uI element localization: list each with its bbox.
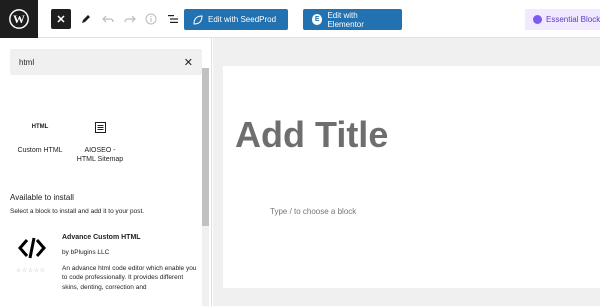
seedprod-icon [193,14,203,25]
close-inserter-button[interactable]: ✕ [51,9,71,29]
post-title-input[interactable]: Add Title [235,114,388,156]
seedprod-label: Edit with SeedProd [208,15,277,24]
essential-blocks-label: Essential Blocks [546,15,600,24]
block-item-custom-html[interactable]: HTML Custom HTML [10,120,70,155]
redo-button[interactable] [122,9,138,29]
list-view-button[interactable] [165,9,181,29]
block-item-label: AIOSEO - [84,147,116,154]
edit-with-seedprod-button[interactable]: Edit with SeedProd [184,9,288,30]
plugin-name[interactable]: Advance Custom HTML [62,234,141,241]
wordpress-icon: W [9,9,29,29]
elementor-icon: E [312,14,323,25]
wordpress-logo-button[interactable]: W [0,0,38,38]
elementor-label: Edit with Elementor [327,10,364,29]
redo-icon [124,15,136,23]
details-button[interactable] [143,9,159,29]
block-item-label: Custom HTML [17,147,63,154]
editor-toolbar: W ✕ Edit with SeedProd E Edit with Eleme… [0,0,600,38]
block-appender-hint[interactable]: Type / to choose a block [270,207,356,216]
block-search-input[interactable]: html [10,49,202,75]
plugin-code-icon[interactable] [15,233,49,263]
plugin-author: by bPlugins LLC [62,249,110,256]
plugin-description: An advance html code editor which enable… [62,265,197,291]
editor-page [223,66,600,288]
list-icon [70,120,130,134]
clear-search-icon[interactable]: ✕ [184,56,193,69]
close-icon: ✕ [56,13,66,26]
undo-button[interactable] [100,9,116,29]
undo-icon [102,15,114,23]
block-item-aioseo-html-sitemap[interactable]: AIOSEO - HTML Sitemap [70,120,130,165]
list-view-icon [168,15,178,23]
pencil-icon [82,15,90,23]
panel-scrollbar-thumb[interactable] [202,68,209,226]
svg-text:W: W [13,12,25,26]
html-icon: HTML [31,123,49,130]
essential-blocks-icon [533,15,542,24]
available-to-install-description: Select a block to install and add it to … [10,208,145,215]
info-icon [145,13,157,25]
tools-button[interactable] [78,9,94,29]
search-value: html [19,57,35,67]
block-item-label-line2: HTML Sitemap [76,156,124,164]
edit-with-elementor-button[interactable]: E Edit with Elementor [303,9,402,30]
block-inserter-panel: html ✕ HTML Custom HTML AIOSEO - HTML Si… [0,38,212,306]
plugin-rating-stars: ☆☆☆☆☆ [16,268,46,274]
available-to-install-heading: Available to install [10,193,74,202]
essential-blocks-button[interactable]: Essential Blocks [525,9,600,30]
